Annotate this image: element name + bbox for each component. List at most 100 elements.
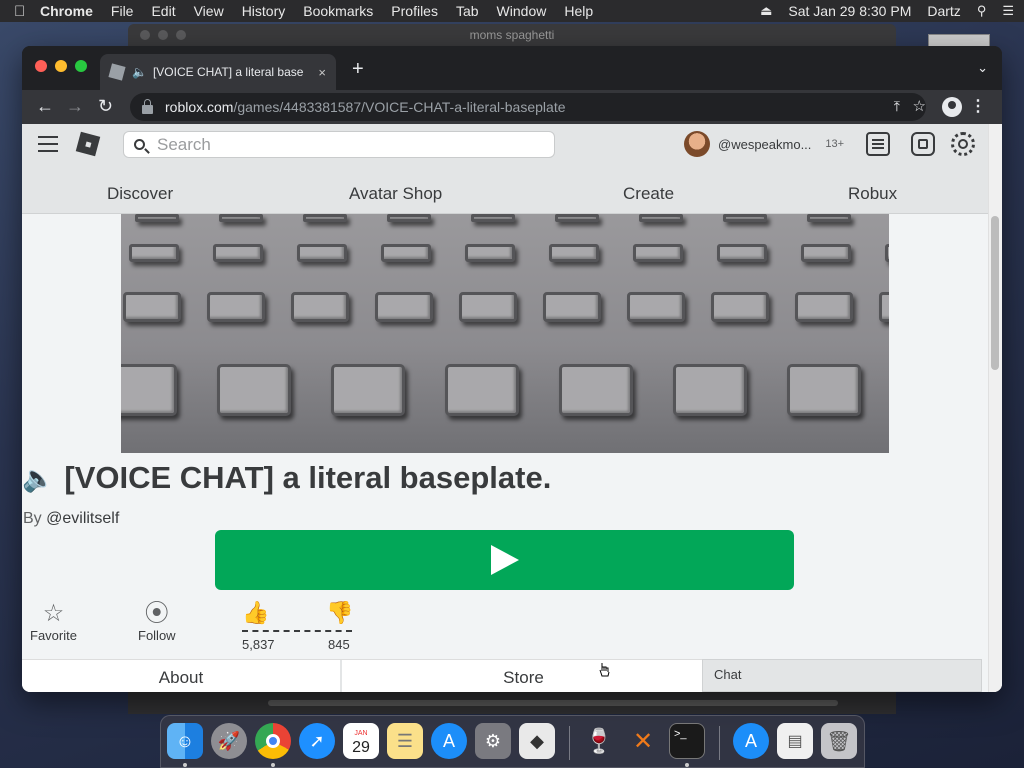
- baseplate-stud: [633, 244, 683, 262]
- menubar-user[interactable]: Dartz: [927, 3, 960, 19]
- roblox-icon[interactable]: ◆: [519, 723, 555, 759]
- share-icon[interactable]: ⤒: [894, 98, 900, 115]
- roblox-logo-icon[interactable]: [75, 131, 101, 157]
- app-store-downloads-icon[interactable]: A: [733, 723, 769, 759]
- chrome-icon[interactable]: [255, 723, 291, 759]
- baseplate-stud: [375, 292, 433, 322]
- finder-running-dot: [183, 763, 187, 767]
- baseplate-stud: [387, 214, 431, 222]
- menu-history[interactable]: History: [242, 3, 286, 19]
- calendar-day: 29: [352, 739, 370, 756]
- follow-button[interactable]: ⦿ Follow: [138, 600, 176, 643]
- tab-close-icon[interactable]: ×: [318, 65, 326, 80]
- nav-discover[interactable]: Discover: [107, 184, 173, 204]
- menu-window[interactable]: Window: [497, 3, 547, 19]
- browser-tab-active[interactable]: 🔈 [VOICE CHAT] a literal base ×: [100, 54, 336, 90]
- baseplate-stud: [297, 244, 347, 262]
- baseplate-stud: [627, 292, 685, 322]
- favorite-button[interactable]: ☆ Favorite: [30, 600, 77, 643]
- macos-menu-bar:  Chrome File Edit View History Bookmark…: [0, 0, 1024, 22]
- menubar-datetime[interactable]: Sat Jan 29 8:30 PM: [788, 3, 911, 19]
- robux-icon[interactable]: [911, 132, 935, 156]
- hamburger-menu-icon[interactable]: [38, 136, 58, 152]
- lock-icon[interactable]: [142, 98, 153, 114]
- menu-profiles[interactable]: Profiles: [391, 3, 438, 19]
- settings-gear-icon[interactable]: [951, 132, 975, 156]
- launchpad-icon[interactable]: 🚀: [211, 723, 247, 759]
- thumbs-up-icon[interactable]: 👍: [242, 600, 269, 626]
- menu-bookmarks[interactable]: Bookmarks: [303, 3, 373, 19]
- tab-search-chevron-icon[interactable]: ⌄: [977, 60, 988, 76]
- menu-tab[interactable]: Tab: [456, 3, 479, 19]
- audio-playing-icon[interactable]: 🔈: [132, 65, 147, 79]
- control-center-icon[interactable]: ☰: [1002, 3, 1014, 19]
- roblox-header: @wespeakmo... 13+ Discover Avatar Shop C…: [22, 124, 988, 214]
- trash-icon[interactable]: 🗑: [821, 723, 857, 759]
- dock-separator: [569, 726, 570, 760]
- minimize-window-button[interactable]: [55, 60, 67, 72]
- profile-avatar-icon[interactable]: [942, 97, 962, 117]
- safari-icon[interactable]: ➚: [299, 723, 335, 759]
- baseplate-stud: [885, 244, 889, 262]
- documents-icon[interactable]: ▤: [777, 723, 813, 759]
- chrome-window: 🔈 [VOICE CHAT] a literal base × + ⌄ ← → …: [22, 46, 1002, 692]
- menu-view[interactable]: View: [194, 3, 224, 19]
- back-arrow-icon[interactable]: ←: [36, 96, 54, 116]
- background-window-controls: [140, 30, 186, 40]
- tab-store[interactable]: Store: [345, 660, 702, 692]
- baseplate-stud: [121, 364, 177, 416]
- reload-icon[interactable]: ↻: [98, 96, 113, 116]
- baseplate-stud: [673, 364, 747, 416]
- username[interactable]: @wespeakmo...: [718, 137, 811, 152]
- nav-avatar-shop[interactable]: Avatar Shop: [349, 184, 442, 204]
- mountain-duck-icon[interactable]: ✕: [625, 723, 661, 759]
- baseplate-stud: [787, 364, 861, 416]
- search-input[interactable]: [157, 134, 537, 155]
- menu-file[interactable]: File: [111, 3, 134, 19]
- page-scrollbar[interactable]: [988, 124, 1002, 692]
- new-tab-button[interactable]: +: [352, 58, 364, 81]
- menu-app-name[interactable]: Chrome: [40, 3, 93, 19]
- game-title-text: [VOICE CHAT] a literal baseplate.: [64, 460, 552, 495]
- baseplate-stud: [465, 244, 515, 262]
- tab-title: [VOICE CHAT] a literal base: [152, 65, 304, 79]
- close-window-button[interactable]: [35, 60, 47, 72]
- chat-panel-header[interactable]: Chat: [702, 659, 982, 692]
- spotlight-search-icon[interactable]: ⚲: [977, 3, 987, 19]
- bookmark-star-icon[interactable]: ☆: [913, 97, 926, 115]
- browser-menu-kebab-icon[interactable]: ⋮: [970, 96, 986, 116]
- game-thumbnail-baseplate[interactable]: [121, 214, 889, 453]
- favorite-star-icon: ☆: [42, 600, 65, 627]
- play-button[interactable]: [215, 530, 794, 590]
- forward-arrow-icon[interactable]: →: [66, 96, 84, 116]
- user-profile-link[interactable]: @wespeakmo... 13+: [684, 130, 844, 158]
- wine-icon[interactable]: 🍷: [581, 723, 617, 759]
- notifications-list-icon[interactable]: [866, 132, 890, 156]
- app-store-icon[interactable]: A: [431, 723, 467, 759]
- apple-menu-icon[interactable]: : [14, 3, 40, 20]
- calendar-icon[interactable]: JAN 29: [343, 723, 379, 759]
- game-title: 🔈 [VOICE CHAT] a literal baseplate.: [22, 460, 551, 496]
- tab-about[interactable]: About: [22, 660, 342, 692]
- nav-robux[interactable]: Robux: [848, 184, 897, 204]
- nav-create[interactable]: Create: [623, 184, 674, 204]
- upvote-count: 5,837: [242, 637, 275, 652]
- menu-edit[interactable]: Edit: [151, 3, 175, 19]
- page-scrollbar-thumb[interactable]: [991, 216, 999, 370]
- baseplate-stud: [723, 214, 767, 222]
- thumbs-down-icon[interactable]: 👎: [326, 600, 353, 626]
- creator-link[interactable]: @evilitself: [46, 510, 119, 527]
- menu-help[interactable]: Help: [564, 3, 593, 19]
- notes-icon[interactable]: ☰: [387, 723, 423, 759]
- finder-icon[interactable]: ☺: [167, 723, 203, 759]
- terminal-icon[interactable]: >_: [669, 723, 705, 759]
- baseplate-stud: [795, 292, 853, 322]
- avatar[interactable]: [684, 131, 710, 157]
- address-bar[interactable]: roblox.com /games/4483381587/VOICE-CHAT-…: [130, 93, 926, 121]
- fullscreen-window-button[interactable]: [75, 60, 87, 72]
- system-preferences-icon[interactable]: ⚙: [475, 723, 511, 759]
- eject-icon[interactable]: ⏏: [760, 3, 772, 19]
- background-window-scrollbar[interactable]: [268, 700, 838, 706]
- background-window-bottom: [128, 692, 896, 714]
- search-box[interactable]: [123, 131, 555, 158]
